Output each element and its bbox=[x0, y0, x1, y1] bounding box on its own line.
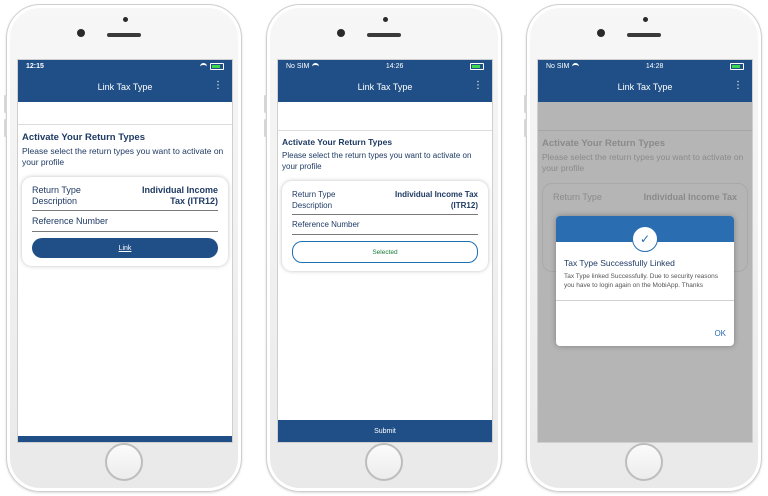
submit-button[interactable]: Submit bbox=[278, 420, 492, 442]
return-type-card: Return Type Description Individual Incom… bbox=[22, 177, 228, 266]
earpiece-speaker bbox=[627, 33, 661, 37]
divider bbox=[32, 231, 218, 232]
section-title: Activate Your Return Types bbox=[22, 132, 146, 143]
divider bbox=[292, 234, 478, 235]
success-dialog: ✓ Tax Type Successfully Linked Tax Type … bbox=[556, 216, 734, 346]
return-type-value: Individual Income Tax (ITR12) bbox=[395, 190, 478, 210]
earpiece-speaker bbox=[107, 33, 141, 37]
status-bar: 12:15 bbox=[18, 60, 232, 72]
device-showcase: 12:15 Link Tax Type ⋮ Activate Your Retu… bbox=[0, 0, 768, 496]
status-left: No SIM bbox=[286, 62, 320, 70]
app-header: Link Tax Type ⋮ bbox=[538, 72, 752, 102]
return-type-label: Return Type Description bbox=[32, 185, 81, 206]
divider bbox=[292, 214, 478, 215]
page-title: Link Tax Type bbox=[357, 82, 413, 92]
wifi-icon bbox=[200, 62, 207, 70]
wifi-icon bbox=[312, 62, 320, 70]
proximity-sensor bbox=[643, 17, 648, 22]
return-type-label: Return Type bbox=[553, 192, 602, 202]
app-header: Link Tax Type ⋮ bbox=[18, 72, 232, 102]
earpiece-speaker bbox=[367, 33, 401, 37]
proximity-sensor bbox=[123, 17, 128, 22]
return-type-row: Return Type Description Individual Incom… bbox=[32, 185, 218, 207]
battery-icon bbox=[470, 62, 484, 70]
return-type-label: Return Type Description bbox=[292, 190, 336, 210]
status-bar: No SIM 14:28 bbox=[538, 60, 752, 72]
check-icon: ✓ bbox=[632, 226, 658, 252]
reference-number-field[interactable]: Reference Number bbox=[32, 214, 218, 228]
home-button[interactable] bbox=[105, 443, 143, 481]
section-title: Activate Your Return Types bbox=[542, 138, 666, 149]
reference-number-field[interactable]: Reference Number bbox=[292, 218, 478, 231]
dialog-message: Tax Type linked Successfully. Due to sec… bbox=[564, 273, 719, 289]
screen-1: 12:15 Link Tax Type ⋮ Activate Your Retu… bbox=[17, 59, 233, 443]
volume-up-button bbox=[4, 95, 7, 113]
volume-up-button bbox=[264, 95, 267, 113]
divider bbox=[556, 300, 734, 301]
section-instructions: Please select the return types you want … bbox=[22, 146, 224, 167]
status-left: No SIM bbox=[546, 62, 580, 70]
front-camera-icon bbox=[337, 29, 345, 37]
more-vert-icon[interactable]: ⋮ bbox=[733, 81, 743, 91]
return-type-card: Return Type Description Individual Incom… bbox=[282, 181, 488, 271]
status-bar: No SIM 14:26 bbox=[278, 60, 492, 72]
volume-up-button bbox=[524, 95, 527, 113]
app-header: Link Tax Type ⋮ bbox=[278, 72, 492, 102]
battery-icon bbox=[210, 62, 224, 70]
section-instructions: Please select the return types you want … bbox=[282, 151, 472, 171]
section-title: Activate Your Return Types bbox=[282, 137, 393, 147]
battery-icon bbox=[730, 62, 744, 70]
status-time: 14:26 bbox=[385, 62, 404, 70]
proximity-sensor bbox=[383, 17, 388, 22]
front-camera-icon bbox=[597, 29, 605, 37]
phone-frame-3: No SIM 14:28 Link Tax Type ⋮ Activate Yo… bbox=[524, 4, 762, 492]
ok-button[interactable]: OK bbox=[714, 329, 726, 338]
page-title: Link Tax Type bbox=[617, 82, 673, 92]
divider bbox=[32, 210, 218, 211]
volume-down-button bbox=[264, 119, 267, 137]
home-button[interactable] bbox=[365, 443, 403, 481]
front-camera-icon bbox=[77, 29, 85, 37]
page-title: Link Tax Type bbox=[97, 82, 153, 92]
status-time: 12:15 bbox=[26, 62, 44, 70]
return-type-value: Individual Income Tax bbox=[643, 192, 737, 202]
phone-frame-1: 12:15 Link Tax Type ⋮ Activate Your Retu… bbox=[4, 4, 242, 492]
more-vert-icon[interactable]: ⋮ bbox=[473, 81, 483, 91]
link-button[interactable]: Link bbox=[32, 238, 218, 258]
carrier-label: No SIM bbox=[546, 62, 570, 70]
phone-frame-2: No SIM 14:26 Link Tax Type ⋮ Activate Yo… bbox=[264, 4, 502, 492]
section-instructions: Please select the return types you want … bbox=[542, 152, 744, 173]
screen-2: No SIM 14:26 Link Tax Type ⋮ Activate Yo… bbox=[277, 59, 493, 443]
volume-down-button bbox=[4, 119, 7, 137]
home-button[interactable] bbox=[625, 443, 663, 481]
wifi-icon bbox=[572, 62, 580, 70]
screen-3: No SIM 14:28 Link Tax Type ⋮ Activate Yo… bbox=[537, 59, 753, 443]
return-type-row: Return Type Description Individual Incom… bbox=[292, 189, 478, 211]
volume-down-button bbox=[524, 119, 527, 137]
status-time: 14:28 bbox=[645, 62, 664, 70]
return-type-value: Individual Income Tax (ITR12) bbox=[141, 185, 218, 206]
bottom-bar bbox=[18, 436, 232, 442]
status-icons bbox=[200, 62, 224, 70]
return-type-row: Return Type Individual Income Tax bbox=[553, 192, 737, 203]
selected-button[interactable]: Selected bbox=[292, 241, 478, 263]
more-vert-icon[interactable]: ⋮ bbox=[213, 81, 223, 91]
carrier-label: No SIM bbox=[286, 62, 310, 70]
